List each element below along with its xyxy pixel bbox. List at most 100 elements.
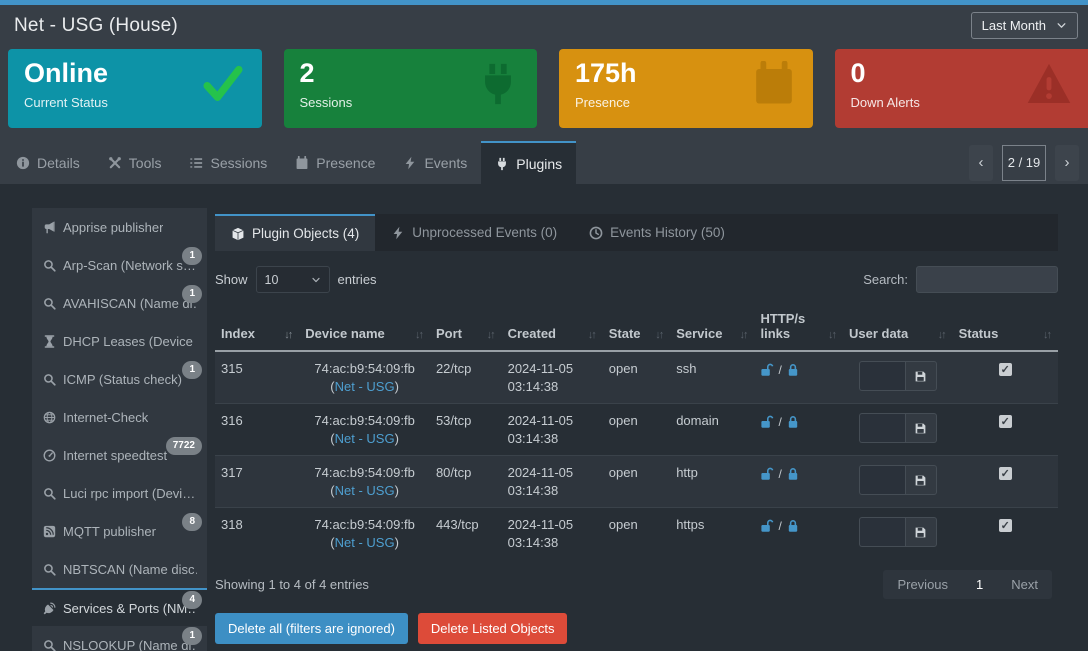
cell-status: ✓	[953, 404, 1058, 456]
tab-label: Sessions	[210, 155, 267, 171]
tab-plugin-objects[interactable]: Plugin Objects (4)	[215, 214, 375, 251]
summary-card-current-status[interactable]: OnlineCurrent Status	[8, 49, 262, 128]
summary-card-down-alerts[interactable]: 0Down Alerts	[835, 49, 1088, 128]
lock-open-icon[interactable]	[760, 415, 774, 429]
cell-user-data	[843, 404, 953, 456]
save-user-data-button[interactable]	[905, 361, 937, 391]
clock-icon	[589, 226, 603, 240]
sidebar-item-nbtscan-name-disc[interactable]: NBTSCAN (Name disc…	[32, 550, 207, 588]
summary-card-sessions[interactable]: 2Sessions	[284, 49, 538, 128]
sidebar-item-services-ports-nm[interactable]: Services & Ports (NM…4	[32, 588, 207, 626]
sidebar-item-mqtt-publisher[interactable]: MQTT publisher8	[32, 512, 207, 550]
sort-icon[interactable]: ↓↑	[739, 329, 748, 341]
megaphone-icon	[43, 221, 56, 234]
cell-status: ✓	[953, 351, 1058, 404]
sort-icon[interactable]: ↓↑	[415, 329, 424, 341]
tab-sessions[interactable]: Sessions	[175, 141, 281, 184]
search-icon	[43, 297, 56, 310]
lock-open-icon[interactable]	[760, 363, 774, 377]
sidebar-item-apprise-publisher[interactable]: Apprise publisher	[32, 208, 207, 246]
device-link[interactable]: Net - USG	[335, 535, 395, 550]
list-ol-icon	[189, 156, 203, 170]
table-header-row: Index↓↑ Device name↓↑ Port↓↑ Created↓↑ S…	[215, 303, 1058, 351]
lock-icon[interactable]	[786, 467, 800, 481]
table-pagination: Previous 1 Next	[883, 570, 1052, 599]
lock-icon[interactable]	[786, 363, 800, 377]
sort-icon[interactable]: ↓↑	[284, 329, 293, 341]
col-header-device-name[interactable]: Device name↓↑	[299, 303, 430, 351]
col-header-index[interactable]: Index↓↑	[215, 303, 299, 351]
user-data-input[interactable]	[859, 361, 905, 391]
sidebar-item-luci-rpc-import-devi[interactable]: Luci rpc import (Devi…	[32, 474, 207, 512]
device-link[interactable]: Net - USG	[335, 379, 395, 394]
sort-icon[interactable]: ↓↑	[828, 329, 837, 341]
sidebar-item-label: ICMP (Status check)	[63, 372, 182, 387]
summary-card-presence[interactable]: 175hPresence	[559, 49, 813, 128]
cell-device-name: 74:ac:b9:54:09:fb(Net - USG)	[299, 508, 430, 560]
device-link[interactable]: Net - USG	[335, 431, 395, 446]
prev-device-button[interactable]: ‹	[969, 145, 993, 181]
lock-open-icon[interactable]	[760, 467, 774, 481]
lock-icon[interactable]	[786, 415, 800, 429]
col-header-user-data[interactable]: User data↓↑	[843, 303, 953, 351]
col-header-service[interactable]: Service↓↑	[670, 303, 754, 351]
tab-details[interactable]: Details	[2, 141, 94, 184]
next-device-button[interactable]: ›	[1055, 145, 1079, 181]
status-checkbox[interactable]: ✓	[999, 363, 1012, 376]
col-header-http-links[interactable]: HTTP/s links↓↑	[754, 303, 843, 351]
sidebar-item-nslookup-name-di[interactable]: NSLOOKUP (Name di…1	[32, 626, 207, 651]
show-label: Show	[215, 272, 248, 287]
save-user-data-button[interactable]	[905, 413, 937, 443]
sort-icon[interactable]: ↓↑	[938, 329, 947, 341]
cell-state: open	[603, 351, 670, 404]
next-page-button[interactable]: Next	[997, 570, 1052, 599]
col-header-state[interactable]: State↓↑	[603, 303, 670, 351]
device-pager: ‹ 2 / 19 ›	[969, 141, 1088, 184]
save-user-data-button[interactable]	[905, 517, 937, 547]
status-checkbox[interactable]: ✓	[999, 467, 1012, 480]
search-input[interactable]	[916, 266, 1058, 293]
sidebar-item-arp-scan-network-s[interactable]: Arp-Scan (Network s…1	[32, 246, 207, 284]
created-time: 03:14:38	[508, 483, 597, 498]
user-data-input[interactable]	[859, 413, 905, 443]
sort-icon[interactable]: ↓↑	[588, 329, 597, 341]
delete-all-button[interactable]: Delete all (filters are ignored)	[215, 613, 408, 644]
device-link[interactable]: Net - USG	[335, 483, 395, 498]
user-data-input[interactable]	[859, 517, 905, 547]
tab-events-history[interactable]: Events History (50)	[573, 214, 741, 251]
page-number-button[interactable]: 1	[962, 570, 997, 599]
tab-tools[interactable]: Tools	[94, 141, 176, 184]
tab-label: Plugin Objects (4)	[252, 226, 359, 241]
lock-open-icon[interactable]	[760, 519, 774, 533]
previous-page-button[interactable]: Previous	[883, 570, 962, 599]
col-header-port[interactable]: Port↓↑	[430, 303, 502, 351]
cell-state: open	[603, 508, 670, 560]
sidebar-item-internet-check[interactable]: Internet-Check	[32, 398, 207, 436]
count-badge: 1	[182, 361, 202, 379]
tab-presence[interactable]: Presence	[281, 141, 389, 184]
sidebar-item-icmp-status-check[interactable]: ICMP (Status check)1	[32, 360, 207, 398]
lock-icon[interactable]	[786, 519, 800, 533]
tab-label: Events	[424, 155, 467, 171]
status-checkbox[interactable]: ✓	[999, 415, 1012, 428]
sidebar-item-avahiscan-name-di[interactable]: AVAHISCAN (Name di…1	[32, 284, 207, 322]
sort-icon[interactable]: ↓↑	[487, 329, 496, 341]
period-selector[interactable]: Last Month	[971, 12, 1078, 39]
tab-events[interactable]: Events	[389, 141, 481, 184]
sidebar-item-dhcp-leases-device[interactable]: DHCP Leases (Device …	[32, 322, 207, 360]
sidebar-item-label: Apprise publisher	[63, 220, 163, 235]
plugin-sidebar: Apprise publisher Arp-Scan (Network s…1AV…	[32, 208, 207, 651]
save-user-data-button[interactable]	[905, 465, 937, 495]
col-header-status[interactable]: Status↓↑	[953, 303, 1058, 351]
col-header-created[interactable]: Created↓↑	[502, 303, 603, 351]
page-size-select[interactable]: 10	[256, 266, 330, 293]
status-checkbox[interactable]: ✓	[999, 519, 1012, 532]
tab-unprocessed-events[interactable]: Unprocessed Events (0)	[375, 214, 573, 251]
tab-plugins[interactable]: Plugins	[481, 141, 576, 184]
delete-listed-button[interactable]: Delete Listed Objects	[418, 613, 568, 644]
sidebar-item-internet-speedtest[interactable]: Internet speedtest7722	[32, 436, 207, 474]
sort-icon[interactable]: ↓↑	[655, 329, 664, 341]
user-data-input[interactable]	[859, 465, 905, 495]
sort-icon[interactable]: ↓↑	[1043, 329, 1052, 341]
cell-index: 318	[215, 508, 299, 560]
